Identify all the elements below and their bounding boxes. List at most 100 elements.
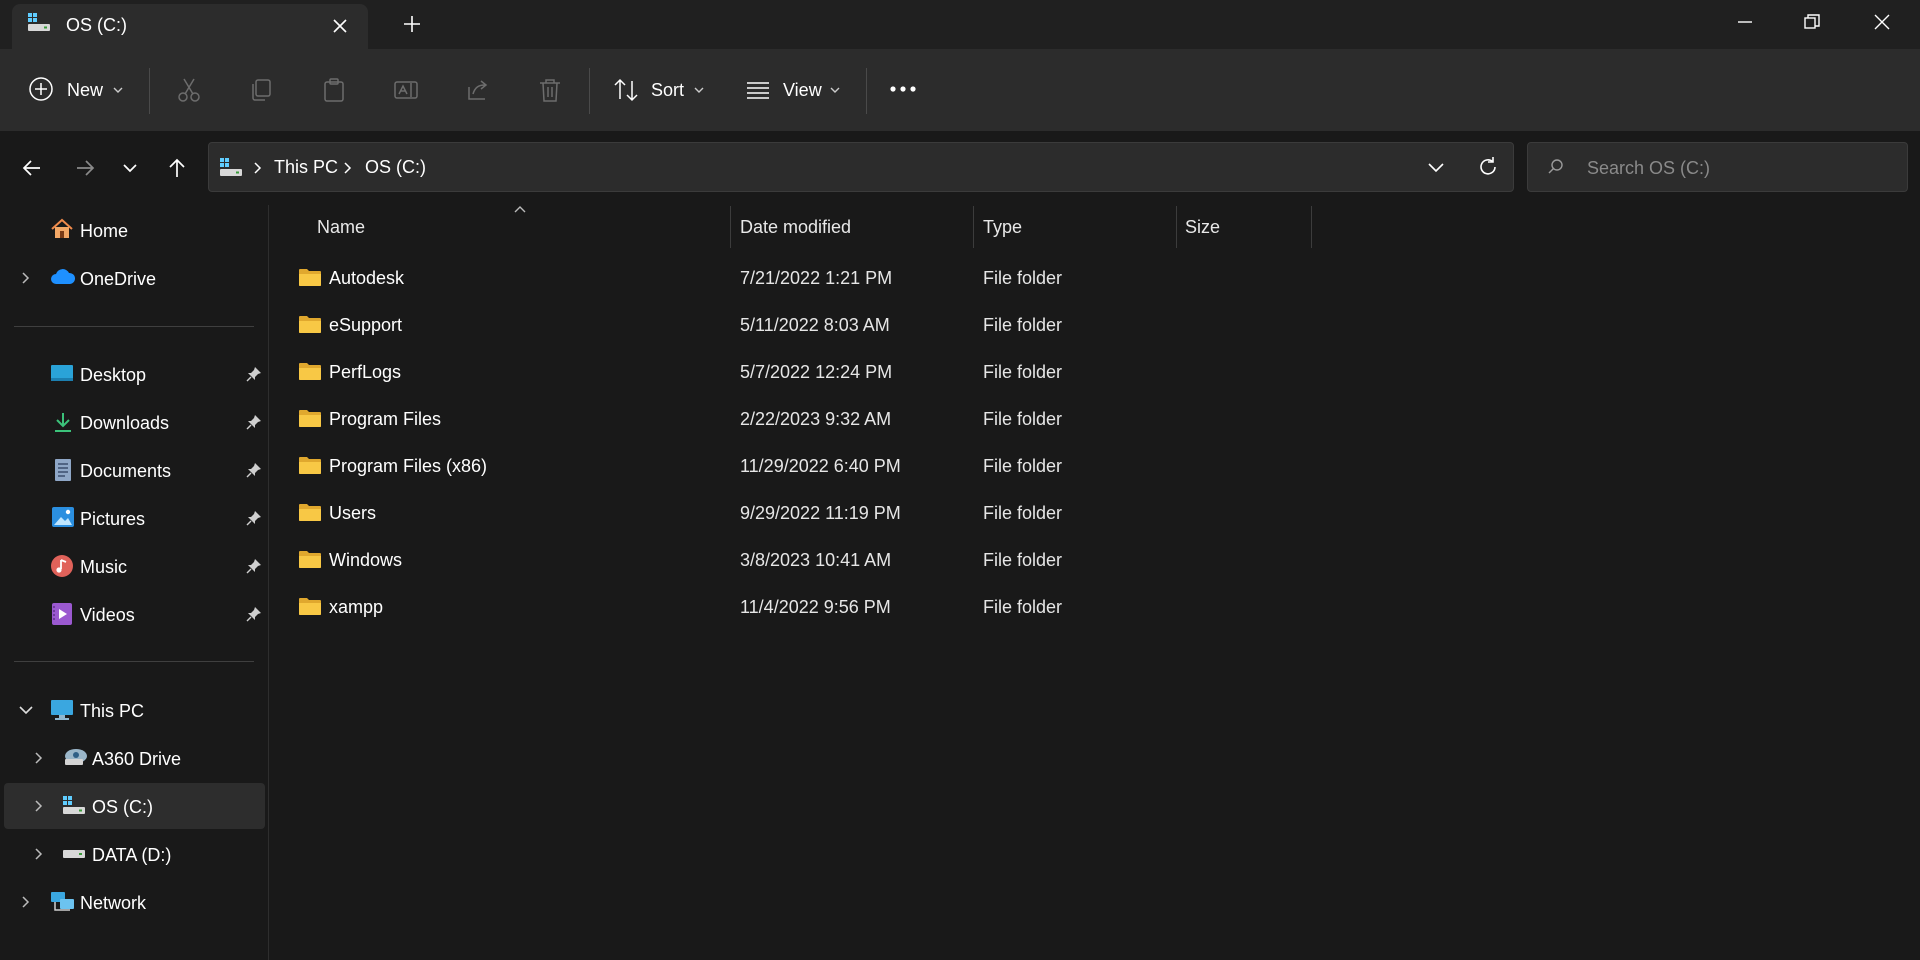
search-box[interactable]	[1527, 142, 1908, 192]
column-separator[interactable]	[973, 206, 974, 248]
chevron-down-icon	[829, 84, 841, 96]
sort-label: Sort	[651, 80, 685, 100]
view-label: View	[783, 80, 822, 100]
table-row[interactable]: Windows 3/8/2023 10:41 AM File folder	[290, 536, 1910, 582]
tab-os-c[interactable]: OS (C:)	[12, 4, 368, 49]
toolbar-separator	[149, 68, 150, 114]
column-header-type[interactable]: Type	[983, 217, 1022, 238]
sidebar-item-label: Pictures	[80, 509, 146, 529]
sidebar-item-label: Home	[80, 221, 129, 241]
sidebar-item-label: Network	[80, 893, 147, 913]
chevron-down-icon[interactable]	[18, 703, 34, 717]
file-name: PerfLogs	[329, 362, 402, 382]
table-row[interactable]: eSupport 5/11/2022 8:03 AM File folder	[290, 301, 1910, 347]
new-label: New	[67, 80, 104, 100]
column-header-name[interactable]: Name	[317, 217, 365, 238]
sidebar-item-os-c[interactable]: OS (C:)	[4, 783, 265, 829]
sidebar-item-downloads[interactable]: Downloads	[4, 399, 265, 445]
breadcrumb-separator-icon[interactable]	[252, 161, 264, 175]
restore-icon[interactable]	[1800, 10, 1824, 34]
pin-icon[interactable]	[246, 462, 262, 478]
computer-icon	[50, 699, 74, 721]
rename-icon[interactable]	[393, 77, 419, 103]
column-header-size[interactable]: Size	[1185, 217, 1220, 238]
file-type: File folder	[983, 550, 1063, 570]
music-icon	[50, 554, 74, 578]
sidebar-item-pictures[interactable]: Pictures	[4, 495, 265, 541]
refresh-icon[interactable]	[1476, 155, 1500, 179]
delete-icon[interactable]	[537, 77, 563, 103]
sidebar-item-a360-drive[interactable]: A360 Drive	[4, 735, 265, 781]
sidebar-item-this-pc[interactable]: This PC	[4, 687, 265, 733]
folder-icon	[298, 361, 322, 381]
folder-icon	[298, 455, 322, 475]
sort-icon	[613, 77, 639, 103]
network-drive-icon	[62, 747, 88, 769]
sidebar-item-videos[interactable]: Videos	[4, 591, 265, 637]
chevron-right-icon[interactable]	[33, 847, 45, 861]
download-icon	[52, 411, 74, 433]
table-row[interactable]: Program Files 2/22/2023 9:32 AM File folde…	[290, 395, 1910, 441]
share-icon[interactable]	[465, 77, 491, 103]
table-row[interactable]: xampp 11/4/2022 9:56 PM File folder	[290, 583, 1910, 629]
column-separator[interactable]	[1311, 206, 1312, 248]
network-icon	[50, 890, 76, 914]
pin-icon[interactable]	[246, 366, 262, 382]
table-row[interactable]: Users 9/29/2022 11:19 PM File folder	[290, 489, 1910, 535]
chevron-right-icon[interactable]	[20, 895, 32, 909]
up-icon[interactable]	[165, 156, 189, 180]
date-modified: 3/8/2023 10:41 AM	[740, 550, 892, 570]
search-input[interactable]: Search OS (C:)	[1587, 158, 1710, 179]
table-row[interactable]: PerfLogs 5/7/2022 12:24 PM File folder	[290, 348, 1910, 394]
close-tab-icon[interactable]	[330, 16, 350, 36]
recent-locations-chevron-icon[interactable]	[121, 160, 139, 176]
folder-icon	[298, 267, 322, 287]
chevron-right-icon[interactable]	[33, 751, 45, 765]
address-history-chevron-icon[interactable]	[1426, 158, 1446, 176]
date-modified: 11/29/2022 6:40 PM	[740, 456, 901, 476]
breadcrumb-this-pc[interactable]: This PC	[274, 157, 338, 178]
sidebar-item-network[interactable]: Network	[4, 879, 265, 925]
file-name: Program Files (x86)	[329, 456, 488, 476]
close-window-icon[interactable]	[1870, 10, 1894, 34]
sidebar-item-home[interactable]: Home	[4, 207, 265, 253]
sidebar-item-label: A360 Drive	[92, 749, 182, 769]
back-icon[interactable]	[20, 156, 44, 180]
pin-icon[interactable]	[246, 510, 262, 526]
table-row[interactable]: Autodesk 7/21/2022 1:21 PM File folder	[290, 254, 1910, 300]
copy-icon[interactable]	[248, 77, 274, 103]
breadcrumb-separator-icon[interactable]	[342, 161, 354, 175]
sidebar-item-label: This PC	[80, 701, 145, 721]
file-name: xampp	[329, 597, 384, 617]
file-name: Autodesk	[329, 268, 405, 288]
file-type: File folder	[983, 409, 1063, 429]
chevron-right-icon[interactable]	[33, 799, 45, 813]
forward-icon[interactable]	[73, 156, 97, 180]
sidebar-item-onedrive[interactable]: OneDrive	[4, 255, 265, 301]
breadcrumb-os-c[interactable]: OS (C:)	[365, 157, 426, 178]
videos-icon	[51, 602, 73, 626]
paste-icon[interactable]	[321, 77, 347, 103]
sidebar-item-data-d[interactable]: DATA (D:)	[4, 831, 265, 877]
column-header-date-modified[interactable]: Date modified	[740, 217, 851, 238]
toolbar-separator	[589, 68, 590, 114]
sidebar-item-music[interactable]: Music	[4, 543, 265, 589]
pin-icon[interactable]	[246, 606, 262, 622]
search-icon	[1547, 158, 1565, 176]
chevron-right-icon[interactable]	[20, 271, 32, 285]
pictures-icon	[51, 506, 75, 528]
pin-icon[interactable]	[246, 558, 262, 574]
column-separator[interactable]	[730, 206, 731, 248]
sidebar-item-documents[interactable]: Documents	[4, 447, 265, 493]
more-options-icon[interactable]	[889, 84, 917, 94]
column-separator[interactable]	[1176, 206, 1177, 248]
sidebar-item-desktop[interactable]: Desktop	[4, 351, 265, 397]
cut-icon[interactable]	[176, 77, 202, 103]
minimize-icon[interactable]	[1733, 10, 1757, 34]
file-name: Users	[329, 503, 377, 523]
new-tab-icon[interactable]	[400, 12, 424, 36]
date-modified: 5/11/2022 8:03 AM	[740, 315, 890, 335]
table-row[interactable]: Program Files (x86) 11/29/2022 6:40 PM Fil…	[290, 442, 1910, 488]
pin-icon[interactable]	[246, 414, 262, 430]
sidebar-item-label: Documents	[80, 461, 172, 481]
